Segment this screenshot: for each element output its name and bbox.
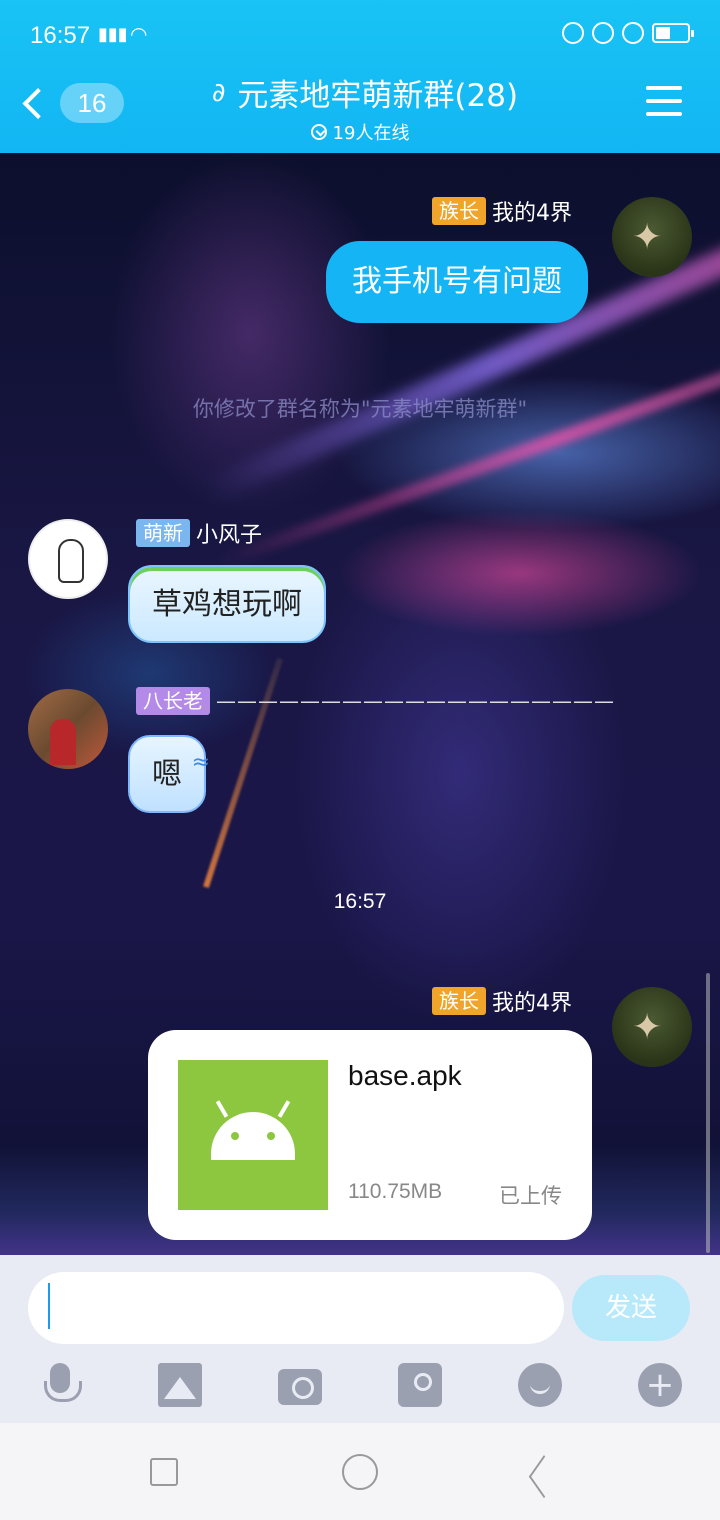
message-bubble[interactable]: 我手机号有问题: [326, 241, 588, 323]
back-triangle-icon[interactable]: [540, 1453, 574, 1489]
avatar[interactable]: [612, 197, 692, 277]
avatar[interactable]: [612, 987, 692, 1067]
chat-title-area[interactable]: ∂ 元素地牢萌新群(28) 19人在线: [0, 70, 720, 145]
avatar[interactable]: [28, 689, 108, 769]
sender-tag: 萌新: [136, 519, 190, 547]
menu-button[interactable]: [646, 86, 682, 116]
plus-icon[interactable]: +: [638, 1363, 682, 1407]
timestamp: 16:57: [333, 890, 387, 913]
sender-line: 族长 我的4界: [432, 195, 572, 227]
status-icons: [562, 22, 694, 44]
red-packet-icon[interactable]: [398, 1363, 442, 1407]
sender-line: 八长老 ———————————————————: [136, 687, 615, 715]
chat-area[interactable]: 族长 我的4界 我手机号有问题 你修改了群名称为"元素地牢萌新群" 萌新 小风子…: [0, 153, 720, 1255]
file-name: base.apk: [348, 1060, 462, 1091]
text-caret: [48, 1283, 50, 1329]
camera-icon[interactable]: [278, 1369, 322, 1405]
avatar[interactable]: [28, 519, 108, 599]
chevron-down-icon: [310, 124, 327, 140]
wifi-icon: ◠: [130, 22, 148, 46]
sender-line: 族长 我的4界: [432, 985, 572, 1017]
sender-name[interactable]: ———————————————————: [216, 689, 615, 713]
battery-icon: [652, 23, 694, 43]
ear-mode-icon: ∂: [211, 77, 226, 108]
online-count: 19人在线: [332, 123, 410, 144]
eye-comfort-icon: [562, 22, 584, 44]
sender-line: 萌新 小风子: [136, 517, 262, 549]
sender-name[interactable]: 小风子: [196, 517, 262, 549]
sender-tag: 族长: [432, 197, 486, 225]
file-size: 110.75MB: [348, 1180, 443, 1203]
message-bubble[interactable]: 草鸡想玩啊: [128, 565, 326, 643]
recents-square-icon[interactable]: [150, 1458, 178, 1486]
message-bubble[interactable]: 嗯 ≈: [128, 735, 210, 813]
file-card[interactable]: base.apk 110.75MB 已上传: [148, 1030, 592, 1240]
message-input[interactable]: [28, 1272, 564, 1344]
chat-title: 元素地牢萌新群(28): [237, 78, 519, 114]
mic-icon[interactable]: [38, 1363, 82, 1407]
sender-name[interactable]: 我的4界: [492, 195, 572, 227]
status-bar: 16:57 ▮▮▮ ◠: [0, 0, 720, 70]
wave-icon: ≈: [191, 750, 210, 775]
lock-rotation-icon: [592, 22, 614, 44]
system-nav-bar: [0, 1423, 720, 1520]
sender-tag: 八长老: [136, 687, 210, 715]
system-message: 你修改了群名称为"元素地牢萌新群": [192, 397, 528, 421]
send-button[interactable]: 发送: [572, 1275, 690, 1341]
image-icon[interactable]: [158, 1363, 202, 1407]
sender-tag: 族长: [432, 987, 486, 1015]
top-bar: 16:57 ▮▮▮ ◠ 16 ∂ 元素地牢萌新群(28) 19人在线: [0, 0, 720, 153]
message-text: 嗯: [152, 757, 182, 792]
status-time: 16:57: [30, 22, 91, 49]
android-icon: [178, 1060, 328, 1210]
sender-name[interactable]: 我的4界: [492, 985, 572, 1017]
input-toolbar: +: [0, 1353, 720, 1417]
emoji-icon[interactable]: [518, 1363, 562, 1407]
file-status: 已上传: [499, 1184, 562, 1208]
alarm-icon: [622, 22, 644, 44]
signal-icon: ▮▮▮: [98, 24, 128, 45]
home-circle-icon[interactable]: [342, 1454, 378, 1490]
scrollbar[interactable]: [706, 973, 710, 1253]
input-bar: 发送 +: [0, 1255, 720, 1423]
